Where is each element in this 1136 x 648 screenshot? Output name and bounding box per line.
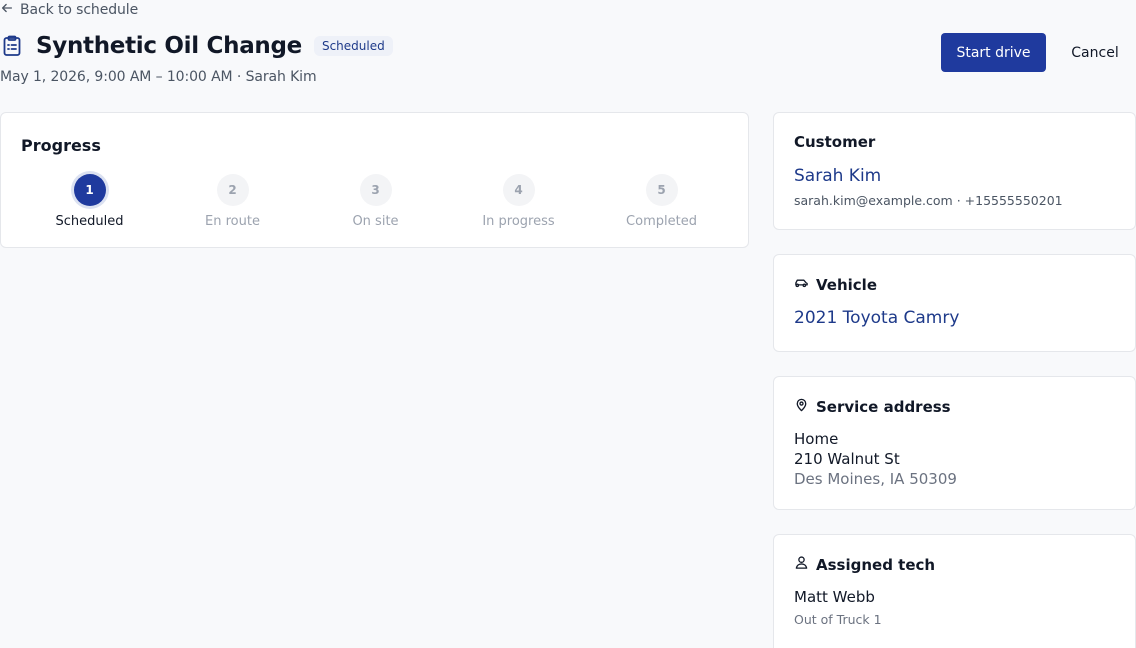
user-icon [794, 555, 809, 574]
step-completed: 5 Completed [590, 174, 733, 229]
assigned-tech-card: Assigned tech Matt Webb Out of Truck 1 [773, 534, 1136, 648]
start-drive-button[interactable]: Start drive [941, 33, 1046, 72]
address-label: Home [794, 430, 839, 448]
step-number: 4 [502, 174, 535, 206]
step-label: En route [205, 214, 260, 229]
back-to-schedule-link[interactable]: Back to schedule [0, 1, 138, 19]
service-address-card: Service address Home 210 Walnut St Des M… [773, 376, 1136, 510]
step-label: Scheduled [55, 214, 124, 229]
step-label: Completed [626, 214, 697, 229]
customer-card: Customer Sarah Kim sarah.kim@example.com… [773, 112, 1136, 230]
customer-card-header: Customer [794, 133, 875, 151]
vehicle-heading: Vehicle [816, 275, 877, 294]
customer-contact: sarah.kim@example.com · +15555550201 [794, 193, 1063, 208]
step-label: On site [352, 214, 399, 229]
step-number: 2 [216, 174, 249, 206]
step-scheduled: 1 Scheduled [18, 174, 161, 229]
vehicle-card: Vehicle 2021 Toyota Camry [773, 254, 1136, 352]
step-number: 1 [73, 174, 106, 206]
step-label: In progress [482, 214, 555, 229]
vehicle-card-header: Vehicle [794, 275, 877, 294]
step-en-route: 2 En route [161, 174, 304, 229]
clipboard-icon [0, 34, 24, 58]
step-on-site: 3 On site [304, 174, 447, 229]
step-in-progress: 4 In progress [447, 174, 590, 229]
tech-card-header: Assigned tech [794, 555, 935, 574]
cancel-button[interactable]: Cancel [1058, 33, 1132, 72]
tech-detail: Out of Truck 1 [794, 612, 882, 627]
tech-heading: Assigned tech [816, 555, 936, 574]
customer-heading: Customer [794, 133, 876, 151]
back-link-label: Back to schedule [20, 2, 139, 18]
job-detail-page: Back to schedule Synthetic Oil Change Sc… [0, 0, 1136, 648]
page-title: Synthetic Oil Change [36, 33, 302, 59]
title-row: Synthetic Oil Change Scheduled [0, 33, 393, 59]
progress-heading: Progress [21, 136, 101, 155]
address-city: Des Moines, IA 50309 [794, 470, 957, 488]
vehicle-name-link[interactable]: 2021 Toyota Camry [794, 308, 959, 328]
step-number: 5 [645, 174, 678, 206]
address-street: 210 Walnut St [794, 450, 900, 468]
address-heading: Service address [816, 397, 951, 416]
map-pin-icon [794, 397, 809, 416]
customer-name-link[interactable]: Sarah Kim [794, 166, 881, 186]
progress-card: Progress 1 Scheduled 2 En route 3 On sit… [0, 112, 749, 248]
arrow-left-icon [0, 1, 14, 19]
step-number: 3 [359, 174, 392, 206]
appointment-subtitle: May 1, 2026, 9:00 AM – 10:00 AM · Sarah … [0, 69, 317, 85]
address-card-header: Service address [794, 397, 951, 416]
progress-stepper: 1 Scheduled 2 En route 3 On site 4 In pr… [18, 174, 733, 234]
car-icon [794, 275, 809, 294]
tech-name: Matt Webb [794, 588, 875, 606]
status-badge: Scheduled [313, 36, 393, 56]
